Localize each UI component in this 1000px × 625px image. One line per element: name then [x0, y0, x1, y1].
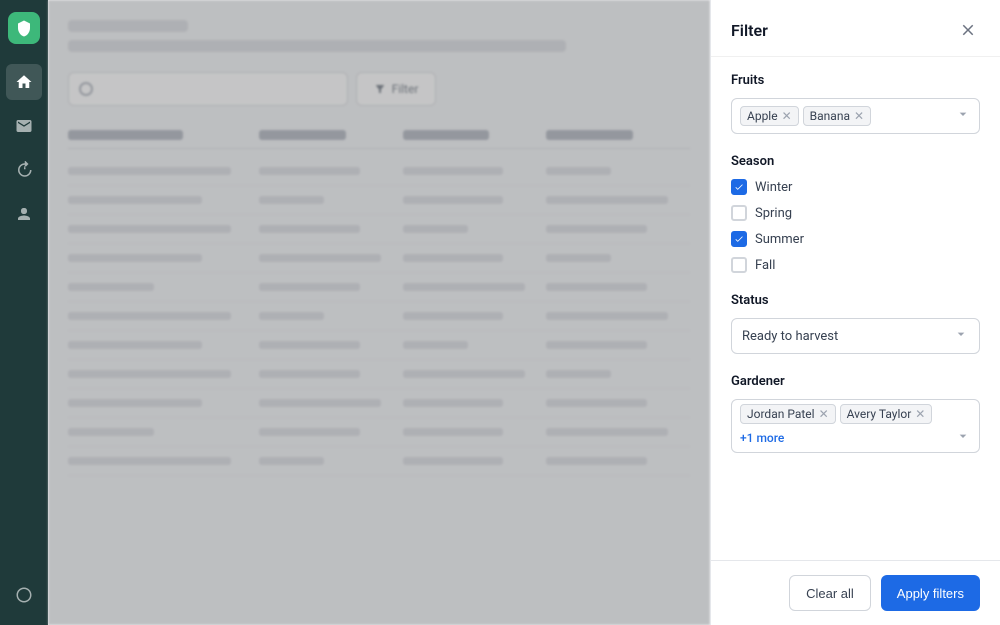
gardener-label: Gardener — [731, 374, 980, 389]
banana-tag-remove[interactable]: ✕ — [854, 110, 864, 122]
apple-tag: Apple ✕ — [740, 106, 799, 126]
apple-tag-label: Apple — [747, 109, 778, 123]
season-section: Season Winter Spring — [731, 154, 980, 273]
apply-button[interactable]: Apply filters — [881, 575, 980, 611]
jordan-patel-tag-label: Jordan Patel — [747, 407, 815, 421]
gardener-chevron — [955, 428, 971, 448]
jordan-patel-tag-remove[interactable]: ✕ — [819, 408, 829, 420]
avery-taylor-tag-label: Avery Taylor — [847, 407, 912, 421]
sidebar-item-home[interactable] — [6, 64, 42, 100]
gardener-section: Gardener Jordan Patel ✕ Avery Taylor ✕ +… — [731, 374, 980, 453]
filter-footer: Clear all Apply filters — [711, 560, 1000, 625]
season-label: Season — [731, 154, 980, 169]
status-label: Status — [731, 293, 980, 308]
fruits-chevron — [955, 106, 971, 126]
season-summer-item[interactable]: Summer — [731, 231, 980, 247]
gardener-multiselect[interactable]: Jordan Patel ✕ Avery Taylor ✕ +1 more — [731, 399, 980, 453]
fall-checkbox[interactable] — [731, 257, 747, 273]
status-select[interactable]: Ready to harvest — [731, 318, 980, 354]
clear-button[interactable]: Clear all — [789, 575, 871, 611]
banana-tag: Banana ✕ — [803, 106, 871, 126]
sidebar-item-users[interactable] — [6, 196, 42, 232]
status-chevron — [953, 326, 969, 346]
status-section: Status Ready to harvest — [731, 293, 980, 354]
filter-body: Fruits Apple ✕ Banana ✕ — [711, 57, 1000, 560]
main-content: Filter — [48, 0, 710, 625]
app-logo — [8, 12, 40, 44]
season-fall-item[interactable]: Fall — [731, 257, 980, 273]
main-content-area: Filter — [48, 0, 1000, 625]
season-winter-item[interactable]: Winter — [731, 179, 980, 195]
summer-checkbox[interactable] — [731, 231, 747, 247]
fruits-label: Fruits — [731, 73, 980, 88]
spring-checkbox[interactable] — [731, 205, 747, 221]
spring-label: Spring — [755, 206, 792, 221]
sidebar-item-messages[interactable] — [6, 108, 42, 144]
summer-label: Summer — [755, 232, 804, 247]
sidebar — [0, 0, 48, 625]
season-spring-item[interactable]: Spring — [731, 205, 980, 221]
filter-title: Filter — [731, 21, 768, 40]
sidebar-item-history[interactable] — [6, 152, 42, 188]
fruits-multiselect[interactable]: Apple ✕ Banana ✕ — [731, 98, 980, 134]
winter-label: Winter — [755, 180, 792, 195]
avery-taylor-tag: Avery Taylor ✕ — [840, 404, 933, 424]
filter-panel: Filter Fruits Apple ✕ Banana — [710, 0, 1000, 625]
fall-label: Fall — [755, 258, 775, 273]
gardener-more-tag[interactable]: +1 more — [740, 431, 784, 445]
status-selected-value: Ready to harvest — [742, 329, 838, 344]
fruits-section: Fruits Apple ✕ Banana ✕ — [731, 73, 980, 134]
winter-checkbox[interactable] — [731, 179, 747, 195]
apple-tag-remove[interactable]: ✕ — [782, 110, 792, 122]
sidebar-item-other[interactable] — [6, 577, 42, 613]
banana-tag-label: Banana — [810, 109, 850, 123]
jordan-patel-tag: Jordan Patel ✕ — [740, 404, 836, 424]
avery-taylor-tag-remove[interactable]: ✕ — [915, 408, 925, 420]
close-button[interactable] — [956, 18, 980, 42]
filter-header: Filter — [711, 0, 1000, 57]
